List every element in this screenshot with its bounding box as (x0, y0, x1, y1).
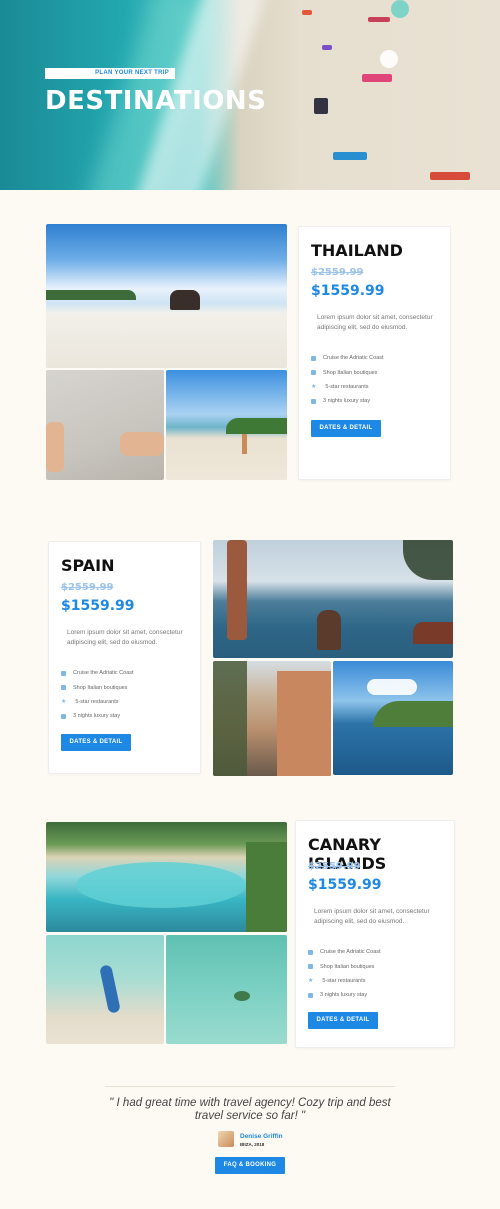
dates-detail-button[interactable]: DATES & DETAIL (308, 1012, 378, 1029)
destination-card-spain: SPAIN $2559.99 $1559.99 Lorem ipsum dolo… (48, 541, 201, 774)
old-price: $2559.99 (61, 582, 114, 593)
hero-kicker: PLAN YOUR NEXT TRIP (45, 68, 175, 79)
testimonial-author: Denise Griffin (240, 1133, 283, 1140)
thailand-beach-walk-photo (166, 370, 287, 480)
beach-person (362, 74, 392, 82)
bed-icon (308, 992, 313, 998)
testimonial-quote: " I had great time with travel agency! C… (109, 1097, 391, 1122)
beach-person (322, 45, 332, 50)
feature-item: ★ 5-star restaurants (308, 977, 366, 984)
destination-description: Lorem ipsum dolor sit amet, consectetur … (67, 629, 183, 646)
spain-infinity-pool-photo (213, 540, 453, 658)
star-icon: ★ (308, 977, 314, 984)
thailand-sand-feet-photo (46, 370, 164, 480)
price: $1559.99 (61, 598, 135, 614)
page-title: DESTINATIONS (45, 86, 267, 116)
bed-icon (61, 713, 66, 719)
beach-umbrella (391, 0, 409, 18)
feature-item: Cruise the Adriatic Coast (311, 351, 384, 365)
feature-list: Cruise the Adriatic Coast Shop Italian b… (308, 945, 381, 1003)
feature-list: Cruise the Adriatic Coast Shop Italian b… (61, 666, 134, 724)
spain-coast-photo (333, 661, 453, 775)
beach-person (430, 172, 470, 180)
feature-list: Cruise the Adriatic Coast Shop Italian b… (311, 351, 384, 409)
faq-booking-button[interactable]: FAQ & BOOKING (215, 1157, 285, 1174)
dates-detail-button[interactable]: DATES & DETAIL (61, 734, 131, 751)
beach-person (333, 152, 367, 160)
feature-item: 3 nights luxury stay (308, 988, 381, 1002)
shopping-bag-icon (308, 964, 313, 970)
spain-street-photo (213, 661, 331, 776)
price: $1559.99 (308, 877, 382, 893)
ship-icon (308, 949, 313, 955)
canary-paddleboard-photo (46, 935, 164, 1044)
feature-item: ★ 5-star restaurants (311, 383, 369, 390)
beach-person (302, 10, 312, 15)
destination-name: THAILAND (311, 241, 403, 260)
old-price: $2559.99 (311, 267, 364, 278)
price: $1559.99 (311, 283, 385, 299)
destination-description: Lorem ipsum dolor sit amet, consectetur … (317, 314, 433, 331)
canary-lagoon-photo (46, 822, 287, 932)
testimonial-location: IBIZA, 2018 (240, 1142, 265, 1147)
divider (105, 1086, 395, 1087)
feature-item: Shop Italian boutiques (311, 365, 384, 379)
star-icon: ★ (61, 698, 67, 705)
shopping-bag-icon (311, 370, 316, 376)
feature-item: Shop Italian boutiques (61, 680, 134, 694)
shopping-bag-icon (61, 685, 66, 691)
destination-card-canary-islands: CANARY ISLANDS $2559.99 $1559.99 Lorem i… (295, 820, 455, 1048)
avatar (218, 1131, 234, 1147)
feature-item: Shop Italian boutiques (308, 959, 381, 973)
destination-name: SPAIN (61, 556, 115, 575)
feature-item: Cruise the Adriatic Coast (61, 666, 134, 680)
ship-icon (61, 670, 66, 676)
dates-detail-button[interactable]: DATES & DETAIL (311, 420, 381, 437)
star-icon: ★ (311, 383, 317, 390)
feature-item: 3 nights luxury stay (61, 709, 134, 723)
feature-item: 3 nights luxury stay (311, 394, 384, 408)
thailand-beach-photo (46, 224, 287, 368)
bed-icon (311, 398, 316, 404)
destination-card-thailand: THAILAND $2559.99 $1559.99 Lorem ipsum d… (298, 226, 451, 480)
canary-starfish-photo (166, 935, 287, 1044)
beach-umbrella (380, 50, 398, 68)
destination-description: Lorem ipsum dolor sit amet, consectetur … (314, 908, 430, 925)
beach-person (314, 98, 328, 114)
hero-banner: PLAN YOUR NEXT TRIP DESTINATIONS (0, 0, 500, 190)
feature-item: Cruise the Adriatic Coast (308, 945, 381, 959)
feature-item: ★ 5-star restaurants (61, 698, 119, 705)
beach-person (368, 17, 390, 22)
old-price: $2559.99 (308, 861, 361, 872)
ship-icon (311, 355, 316, 361)
